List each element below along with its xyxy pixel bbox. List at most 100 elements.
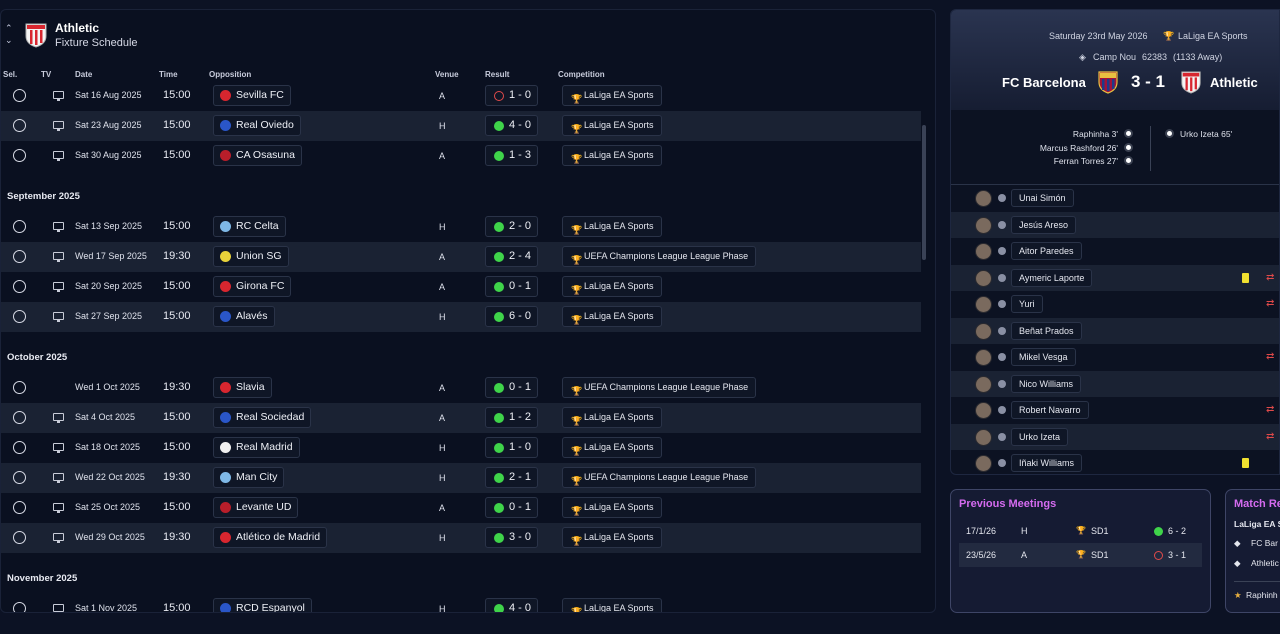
tv-icon[interactable] <box>53 533 64 543</box>
meeting-row[interactable]: 17/1/26 H 🏆 SD1 6 - 2 <box>959 519 1202 543</box>
away-team-name[interactable]: Athletic <box>1210 75 1258 90</box>
player-row[interactable]: Unai Simón <box>951 185 1279 212</box>
column-header-opposition[interactable]: Opposition <box>209 70 251 79</box>
result-button[interactable]: 6 - 0 <box>485 306 538 327</box>
player-name-button[interactable]: Unai Simón <box>1011 189 1074 207</box>
column-header-competition[interactable]: Competition <box>558 70 605 79</box>
tv-icon[interactable] <box>53 222 64 232</box>
result-button[interactable]: 1 - 0 <box>485 437 538 458</box>
tv-icon[interactable] <box>53 312 64 322</box>
select-radio[interactable] <box>13 441 26 454</box>
select-radio[interactable] <box>13 602 26 612</box>
fixture-row[interactable]: Sat 18 Oct 2025 15:00 Real Madrid H 1 - 0 🏆 La… <box>1 433 921 463</box>
fixture-row[interactable]: Wed 22 Oct 2025 19:30 Man City H 2 - 1 🏆 UEFA … <box>1 463 921 493</box>
competition-button[interactable]: 🏆 LaLiga EA Sports <box>562 85 662 106</box>
competition-button[interactable]: 🏆 LaLiga EA Sports <box>562 115 662 136</box>
select-radio[interactable] <box>13 310 26 323</box>
player-row[interactable]: Beñat Prados <box>951 317 1279 344</box>
competition-button[interactable]: 🏆 LaLiga EA Sports <box>562 216 662 237</box>
tv-icon[interactable] <box>53 121 64 131</box>
match-competition[interactable]: LaLiga EA Sports <box>1178 31 1248 41</box>
select-radio[interactable] <box>13 411 26 424</box>
tv-icon[interactable] <box>53 473 64 483</box>
fixture-row[interactable]: Sat 25 Oct 2025 15:00 Levante UD A 0 - 1 🏆 LaL… <box>1 493 921 523</box>
competition-button[interactable]: 🏆 UEFA Champions League League Phase <box>562 246 757 267</box>
player-name-button[interactable]: Aymeric Laporte <box>1011 268 1093 287</box>
result-button[interactable]: 0 - 1 <box>485 497 538 518</box>
result-button[interactable]: 0 - 1 <box>485 377 538 398</box>
player-name-button[interactable]: Jesús Areso <box>1011 215 1077 234</box>
opposition-button[interactable]: Real Madrid <box>213 437 300 458</box>
result-button[interactable]: 4 - 0 <box>485 598 538 612</box>
select-radio[interactable] <box>13 280 26 293</box>
opposition-button[interactable]: Girona FC <box>213 276 292 297</box>
result-button[interactable]: 2 - 1 <box>485 467 538 488</box>
column-header-result[interactable]: Result <box>485 70 509 79</box>
opposition-button[interactable]: Alavés <box>213 306 275 327</box>
result-button[interactable]: 3 - 0 <box>485 527 538 548</box>
result-button[interactable]: 1 - 0 <box>485 85 538 106</box>
fixture-row[interactable]: Sat 4 Oct 2025 15:00 Real Sociedad A 1 - 2 🏆 L… <box>1 403 921 433</box>
opposition-button[interactable]: Atlético de Madrid <box>213 527 328 548</box>
player-row[interactable]: Robert Navarro ⇄ <box>951 397 1279 424</box>
fixture-row[interactable]: Sat 27 Sep 2025 15:00 Alavés H 6 - 0 🏆 LaLiga … <box>1 302 921 332</box>
fixture-row[interactable]: Sat 1 Nov 2025 15:00 RCD Espanyol H 4 - 0 🏆 La… <box>1 594 921 612</box>
competition-button[interactable]: 🏆 LaLiga EA Sports <box>562 437 662 458</box>
competition-button[interactable]: 🏆 LaLiga EA Sports <box>562 527 662 548</box>
opposition-button[interactable]: RCD Espanyol <box>213 598 312 612</box>
player-row[interactable]: Aitor Paredes <box>951 238 1279 265</box>
fixture-row[interactable]: Wed 1 Oct 2025 19:30 Slavia A 0 - 1 🏆 UEFA Cha… <box>1 373 921 403</box>
home-team-name[interactable]: FC Barcelona <box>1002 75 1086 90</box>
chevron-down-icon[interactable]: ⌄ <box>5 34 13 46</box>
competition-button[interactable]: 🏆 LaLiga EA Sports <box>562 497 662 518</box>
opposition-button[interactable]: Levante UD <box>213 497 299 518</box>
fixture-row[interactable]: Sat 13 Sep 2025 15:00 RC Celta H 2 - 0 🏆 LaLig… <box>1 212 921 242</box>
competition-button[interactable]: 🏆 UEFA Champions League League Phase <box>562 377 757 398</box>
competition-button[interactable]: 🏆 LaLiga EA Sports <box>562 306 662 327</box>
player-name-button[interactable]: Urko Izeta <box>1011 427 1069 446</box>
competition-button[interactable]: 🏆 LaLiga EA Sports <box>562 598 662 612</box>
player-name-button[interactable]: Beñat Prados <box>1011 321 1082 340</box>
scrollbar[interactable] <box>922 125 926 260</box>
competition-button[interactable]: 🏆 LaLiga EA Sports <box>562 407 662 428</box>
tv-icon[interactable] <box>53 443 64 453</box>
select-radio[interactable] <box>13 381 26 394</box>
player-name-button[interactable]: Mikel Vesga <box>1011 348 1076 366</box>
result-button[interactable]: 2 - 0 <box>485 216 538 237</box>
column-header-time[interactable]: Time <box>159 70 178 79</box>
result-button[interactable]: 2 - 4 <box>485 246 538 267</box>
player-name-button[interactable]: Nico Williams <box>1011 374 1081 393</box>
player-row[interactable]: Iñaki Williams <box>951 450 1279 474</box>
opposition-button[interactable]: Man City <box>213 467 285 488</box>
competition-button[interactable]: 🏆 LaLiga EA Sports <box>562 145 662 166</box>
column-header-date[interactable]: Date <box>75 70 92 79</box>
chevron-up-icon[interactable]: ⌃ <box>5 22 13 34</box>
opposition-button[interactable]: Slavia <box>213 377 272 398</box>
select-radio[interactable] <box>13 250 26 263</box>
opposition-button[interactable]: RC Celta <box>213 216 286 237</box>
opposition-button[interactable]: CA Osasuna <box>213 145 302 166</box>
player-row[interactable]: Nico Williams <box>951 370 1279 397</box>
player-name-button[interactable]: Aitor Paredes <box>1011 242 1082 260</box>
fixture-row[interactable]: Sat 16 Aug 2025 15:00 Sevilla FC A 1 - 0 🏆 LaL… <box>1 81 921 111</box>
column-header-tv[interactable]: TV <box>41 70 51 79</box>
select-radio[interactable] <box>13 471 26 484</box>
opposition-button[interactable]: Real Oviedo <box>213 115 301 136</box>
collapse-toggle[interactable]: ⌃ ⌄ <box>5 22 13 46</box>
result-button[interactable]: 1 - 3 <box>485 145 538 166</box>
select-radio[interactable] <box>13 149 26 162</box>
column-header-sel[interactable]: Sel. <box>3 70 17 79</box>
column-header-venue[interactable]: Venue <box>435 70 459 79</box>
stadium-name[interactable]: Camp Nou <box>1093 52 1136 62</box>
player-name-button[interactable]: Robert Navarro <box>1011 401 1089 419</box>
competition-button[interactable]: 🏆 UEFA Champions League League Phase <box>562 467 757 488</box>
opposition-button[interactable]: Sevilla FC <box>213 85 291 106</box>
tv-icon[interactable] <box>53 151 64 161</box>
tv-icon[interactable] <box>53 503 64 513</box>
tv-icon[interactable] <box>53 91 64 101</box>
tv-icon[interactable] <box>53 604 64 612</box>
tv-icon[interactable] <box>53 413 64 423</box>
select-radio[interactable] <box>13 220 26 233</box>
result-button[interactable]: 0 - 1 <box>485 276 538 297</box>
result-button[interactable]: 4 - 0 <box>485 115 538 136</box>
